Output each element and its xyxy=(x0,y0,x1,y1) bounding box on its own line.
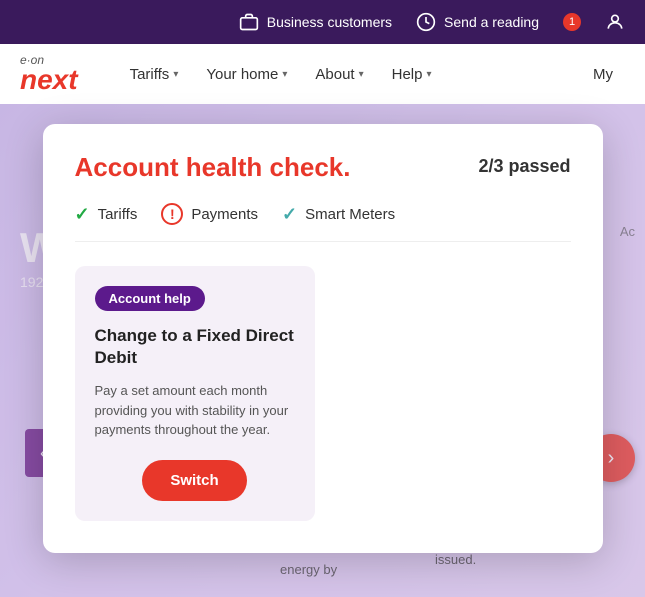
info-card: Account help Change to a Fixed Direct De… xyxy=(75,266,315,521)
top-bar: Business customers Send a reading 1 xyxy=(0,0,645,44)
status-payments: ! Payments xyxy=(161,203,258,225)
person-icon xyxy=(605,12,625,32)
health-check-modal: Account health check. 2/3 passed ✓ Tarif… xyxy=(43,124,603,553)
status-tariffs-label: Tariffs xyxy=(98,206,138,223)
card-tag: Account help xyxy=(95,286,205,311)
chevron-down-icon: ▾ xyxy=(282,69,287,80)
logo[interactable]: e·on next xyxy=(20,54,78,94)
nav-tariffs[interactable]: Tariffs ▾ xyxy=(118,58,191,91)
card-title: Change to a Fixed Direct Debit xyxy=(95,325,295,369)
nav-help-label: Help xyxy=(392,66,423,83)
nav-about[interactable]: About ▾ xyxy=(303,58,375,91)
check-teal-icon: ✓ xyxy=(282,204,297,225)
modal-overlay: Account health check. 2/3 passed ✓ Tarif… xyxy=(0,104,645,597)
chevron-down-icon: ▾ xyxy=(173,69,178,80)
logo-next: next xyxy=(20,66,78,94)
main-nav: e·on next Tariffs ▾ Your home ▾ About ▾ … xyxy=(0,44,645,104)
card-section: Account help Change to a Fixed Direct De… xyxy=(75,266,571,521)
notification-badge[interactable]: 1 xyxy=(563,13,581,31)
nav-help[interactable]: Help ▾ xyxy=(380,58,444,91)
modal-passed: 2/3 passed xyxy=(478,152,570,177)
modal-header: Account health check. 2/3 passed xyxy=(75,152,571,183)
send-reading-link[interactable]: Send a reading xyxy=(416,12,539,32)
status-smart-meters: ✓ Smart Meters xyxy=(282,204,395,225)
status-payments-label: Payments xyxy=(191,206,258,223)
nav-my[interactable]: My xyxy=(581,58,625,91)
switch-button[interactable]: Switch xyxy=(142,460,246,501)
warning-icon: ! xyxy=(161,203,183,225)
chevron-down-icon: ▾ xyxy=(359,69,364,80)
nav-your-home-label: Your home xyxy=(206,66,278,83)
business-customers-link[interactable]: Business customers xyxy=(239,12,392,32)
modal-title: Account health check. xyxy=(75,152,351,183)
nav-your-home[interactable]: Your home ▾ xyxy=(194,58,299,91)
status-tariffs: ✓ Tariffs xyxy=(75,204,138,225)
status-smart-meters-label: Smart Meters xyxy=(305,206,395,223)
notification-count: 1 xyxy=(569,16,575,28)
check-icon: ✓ xyxy=(75,204,90,225)
chevron-down-icon: ▾ xyxy=(426,69,431,80)
card-description: Pay a set amount each month providing yo… xyxy=(95,381,295,440)
nav-tariffs-label: Tariffs xyxy=(130,66,170,83)
status-bar: ✓ Tariffs ! Payments ✓ Smart Meters xyxy=(75,203,571,242)
nav-about-label: About xyxy=(315,66,354,83)
meter-icon xyxy=(416,12,436,32)
business-customers-label: Business customers xyxy=(267,14,392,30)
send-reading-label: Send a reading xyxy=(444,14,539,30)
nav-items: Tariffs ▾ Your home ▾ About ▾ Help ▾ xyxy=(118,58,581,91)
briefcase-icon xyxy=(239,12,259,32)
